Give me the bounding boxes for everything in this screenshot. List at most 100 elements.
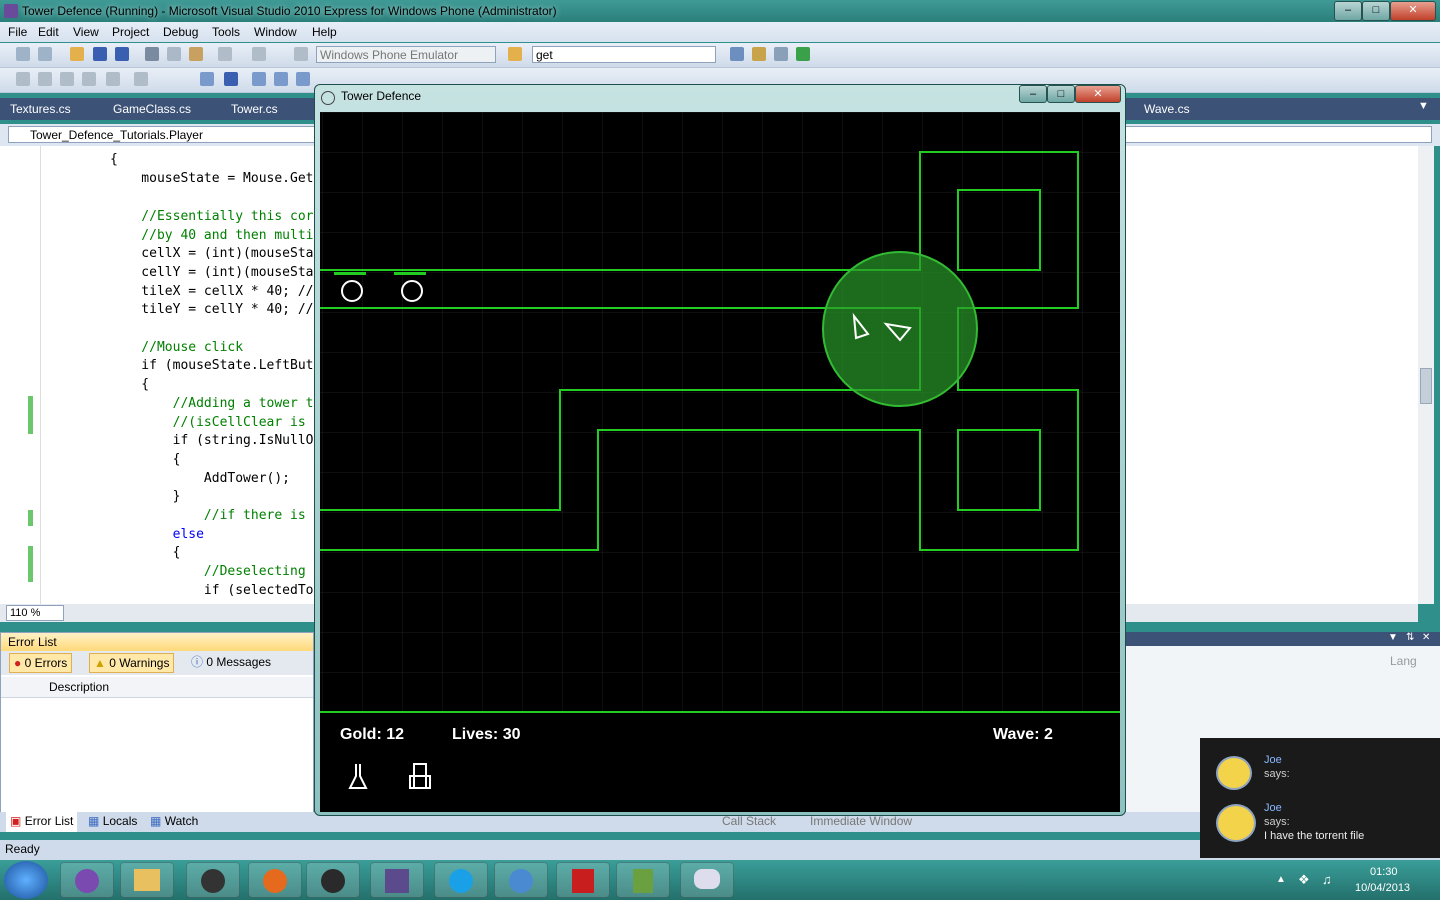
open-file-icon[interactable] — [70, 47, 84, 61]
indent-icon[interactable] — [82, 72, 96, 86]
stop-icon[interactable] — [224, 72, 238, 86]
copy-icon[interactable] — [167, 47, 181, 61]
dropbox-icon[interactable]: ❖ — [1298, 872, 1310, 888]
wave-label: Wave: 2 — [993, 726, 1053, 743]
tab-list-dropdown-icon[interactable]: ▼ — [1418, 100, 1429, 112]
tab-textures[interactable]: Textures.cs — [10, 102, 71, 116]
warning-icon: ▲ — [94, 656, 106, 670]
taskbar-app-8[interactable] — [494, 862, 548, 898]
outdent-icon[interactable] — [106, 72, 120, 86]
maximize-button[interactable]: □ — [1362, 1, 1390, 21]
tab-call-stack[interactable]: Call Stack — [722, 814, 776, 828]
error-filter-bar: ● 0 Errors ▲ 0 Warnings ⓘ 0 Messages — [1, 651, 313, 675]
tab-tower[interactable]: Tower.cs — [231, 102, 278, 116]
step-over-icon[interactable] — [274, 72, 288, 86]
scrollbar-thumb[interactable] — [1420, 368, 1432, 404]
messages-filter-button[interactable]: ⓘ 0 Messages — [187, 653, 275, 671]
game-minimize-button[interactable]: – — [1019, 85, 1047, 103]
chat-notification[interactable]: Joe says: I have the torrent file — [1200, 790, 1440, 858]
taskbar-explorer[interactable] — [120, 862, 174, 898]
menu-view[interactable]: View — [73, 25, 99, 39]
taskbar-app-1[interactable] — [60, 862, 114, 898]
game-window-title: Tower Defence — [341, 89, 422, 103]
play-icon[interactable] — [200, 72, 214, 86]
editor-margin — [0, 146, 41, 604]
taskbar-firefox[interactable] — [248, 862, 302, 898]
panel-dropdown-icon[interactable]: ▼ — [1388, 632, 1398, 643]
properties-icon[interactable] — [752, 47, 766, 61]
menu-tools[interactable]: Tools — [212, 25, 240, 39]
taskbar-acrobat[interactable] — [556, 862, 610, 898]
minimize-button[interactable]: – — [1334, 1, 1362, 21]
undo-icon[interactable] — [218, 47, 232, 61]
paste-icon[interactable] — [189, 47, 203, 61]
zoom-select[interactable]: 110 % — [6, 605, 64, 621]
taskbar-steam[interactable] — [306, 862, 360, 898]
close-button[interactable]: ✕ — [1390, 1, 1436, 21]
step-into-icon[interactable] — [252, 72, 266, 86]
menu-project[interactable]: Project — [112, 25, 149, 39]
toolbox-icon[interactable] — [774, 47, 788, 61]
step-out-icon[interactable] — [296, 72, 310, 86]
menu-help[interactable]: Help — [312, 25, 337, 39]
cut-icon[interactable] — [145, 47, 159, 61]
clock-time[interactable]: 01:30 — [1370, 866, 1398, 878]
error-icon: ● — [14, 656, 22, 670]
tab-wave[interactable]: Wave.cs — [1144, 102, 1190, 116]
tab-locals[interactable]: ▦ Locals — [88, 814, 137, 828]
editor-vertical-scrollbar[interactable] — [1418, 146, 1434, 604]
taskbar-app-10[interactable] — [616, 862, 670, 898]
vs-title-bar: Tower Defence (Running) - Microsoft Visu… — [0, 0, 1440, 22]
start-page-icon[interactable] — [796, 47, 810, 61]
format-icon[interactable] — [134, 72, 148, 86]
code-line: { — [110, 545, 181, 560]
show-hidden-icons-icon[interactable]: ▲ — [1276, 874, 1286, 885]
toolbar-grip-icon — [16, 72, 30, 86]
redo-icon[interactable] — [252, 47, 266, 61]
cannon-tower-shop-icon[interactable] — [409, 763, 431, 789]
menu-edit[interactable]: Edit — [38, 25, 59, 39]
game-canvas[interactable]: Gold: 12 Lives: 30 Wave: 2 — [320, 112, 1120, 812]
errors-filter-button[interactable]: ● 0 Errors — [9, 653, 73, 673]
menu-debug[interactable]: Debug — [163, 25, 198, 39]
app-icon — [385, 869, 409, 893]
taskbar-skype[interactable] — [434, 862, 488, 898]
clock-date[interactable]: 10/04/2013 — [1355, 882, 1410, 894]
pin-icon[interactable]: ⇅ — [1406, 632, 1414, 643]
chat-notification[interactable]: Joe says: — [1200, 738, 1440, 790]
tab-error-list[interactable]: ▣ Error List — [6, 812, 78, 832]
steam-icon — [321, 869, 345, 893]
warnings-filter-button[interactable]: ▲ 0 Warnings — [89, 653, 175, 673]
taskbar-app-3[interactable] — [186, 862, 240, 898]
find-combo[interactable]: get — [532, 46, 716, 63]
comment-icon[interactable] — [38, 72, 52, 86]
new-project-icon[interactable] — [16, 47, 30, 61]
game-close-button[interactable]: ✕ — [1075, 85, 1121, 103]
arrow-tower-shop-icon[interactable] — [348, 764, 368, 789]
menu-file[interactable]: File — [8, 25, 27, 39]
find-in-files-icon[interactable] — [508, 47, 522, 61]
start-debugging-icon[interactable] — [294, 47, 308, 61]
tab-immediate-window[interactable]: Immediate Window — [810, 814, 912, 828]
volume-icon[interactable]: ♫ — [1322, 872, 1332, 887]
tower-range-indicator — [822, 251, 978, 407]
deployment-target-select[interactable]: Windows Phone Emulator — [316, 46, 496, 63]
save-icon[interactable] — [93, 47, 107, 61]
taskbar-game[interactable] — [680, 862, 734, 898]
menu-window[interactable]: Window — [254, 25, 297, 39]
game-board[interactable] — [320, 112, 1120, 812]
app-icon — [633, 869, 653, 893]
tab-gameclass[interactable]: GameClass.cs — [113, 102, 191, 116]
panel-close-icon[interactable]: ✕ — [1422, 632, 1430, 643]
add-item-icon[interactable] — [38, 47, 52, 61]
language-column-header[interactable]: Lang — [1390, 654, 1417, 668]
tab-watch[interactable]: ▦ Watch — [150, 814, 198, 828]
start-button[interactable] — [4, 861, 48, 899]
solution-explorer-icon[interactable] — [730, 47, 744, 61]
save-all-icon[interactable] — [115, 47, 129, 61]
description-column-header[interactable]: Description — [49, 680, 109, 694]
code-line: else — [110, 527, 204, 542]
taskbar-visual-studio[interactable] — [370, 862, 424, 898]
uncomment-icon[interactable] — [60, 72, 74, 86]
game-maximize-button[interactable]: □ — [1047, 85, 1075, 103]
